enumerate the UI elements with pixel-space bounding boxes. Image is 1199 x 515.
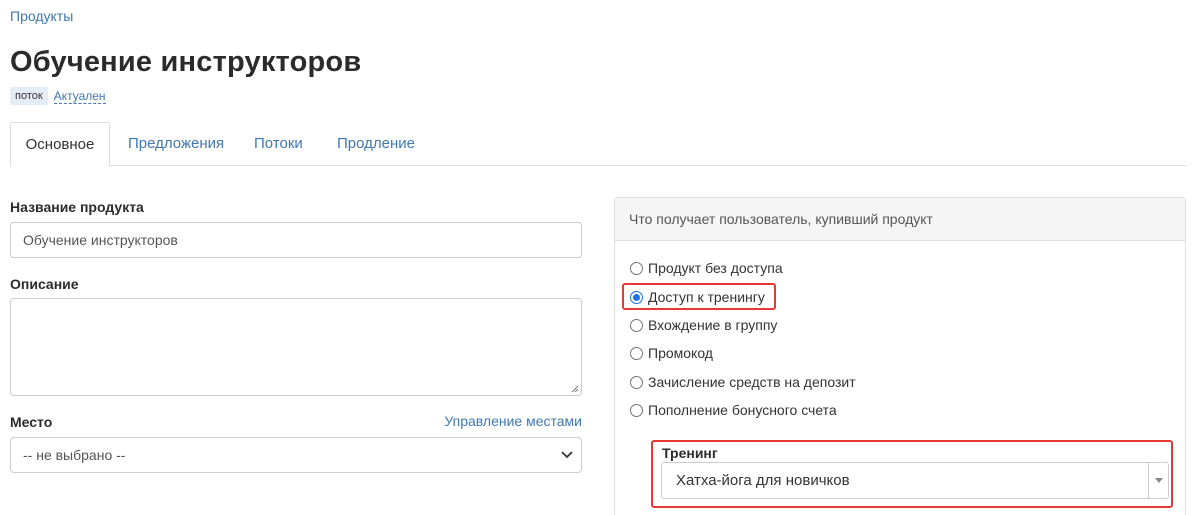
- access-panel-header: Что получает пользователь, купивший прод…: [615, 198, 1185, 241]
- dropdown-arrow-icon[interactable]: [1148, 463, 1168, 498]
- description-textarea[interactable]: [10, 298, 582, 396]
- option-label: Зачисление средств на депозит: [648, 374, 856, 390]
- option-label: Вхождение в группу: [648, 317, 778, 333]
- tab-streams[interactable]: Потоки: [254, 122, 303, 166]
- option-label: Промокод: [648, 345, 713, 361]
- training-select-value: Хатха-йога для новичков: [676, 472, 850, 489]
- option-no-access[interactable]: Продукт без доступа: [630, 260, 783, 276]
- tab-renewal[interactable]: Продление: [337, 122, 415, 166]
- description-label: Описание: [10, 276, 79, 292]
- radio-icon[interactable]: [630, 375, 643, 389]
- breadcrumb-products-link[interactable]: Продукты: [10, 8, 73, 24]
- place-label: Место: [10, 414, 53, 430]
- radio-icon[interactable]: [630, 346, 643, 360]
- training-select[interactable]: Хатха-йога для новичков: [661, 462, 1169, 499]
- chevron-down-icon: [561, 451, 573, 459]
- highlight-box-training-access: [622, 283, 776, 310]
- manage-places-link[interactable]: Управление местами: [444, 413, 582, 429]
- tab-bar: Основное Предложения Потоки Продление: [10, 122, 1186, 167]
- training-label: Тренинг: [662, 445, 718, 461]
- product-name-label: Название продукта: [10, 199, 144, 215]
- tab-main[interactable]: Основное: [10, 122, 110, 167]
- type-badge: поток: [10, 87, 48, 105]
- radio-icon[interactable]: [630, 261, 643, 275]
- radio-icon[interactable]: [630, 403, 643, 417]
- radio-icon[interactable]: [630, 318, 643, 332]
- page-title: Обучение инструкторов: [10, 46, 362, 78]
- option-label: Продукт без доступа: [648, 260, 783, 276]
- status-link[interactable]: Актуален: [53, 89, 106, 104]
- option-group-join[interactable]: Вхождение в группу: [630, 317, 777, 333]
- option-promocode[interactable]: Промокод: [630, 345, 713, 361]
- product-name-input[interactable]: Обучение инструкторов: [10, 222, 582, 258]
- resize-handle-icon[interactable]: [571, 385, 579, 393]
- option-label: Пополнение бонусного счета: [648, 402, 837, 418]
- place-select[interactable]: -- не выбрано --: [10, 437, 582, 473]
- badges: поток Актуален: [10, 87, 106, 105]
- option-bonus[interactable]: Пополнение бонусного счета: [630, 402, 837, 418]
- place-select-value: -- не выбрано --: [23, 447, 126, 463]
- option-deposit[interactable]: Зачисление средств на депозит: [630, 374, 856, 390]
- tab-offers[interactable]: Предложения: [128, 122, 224, 166]
